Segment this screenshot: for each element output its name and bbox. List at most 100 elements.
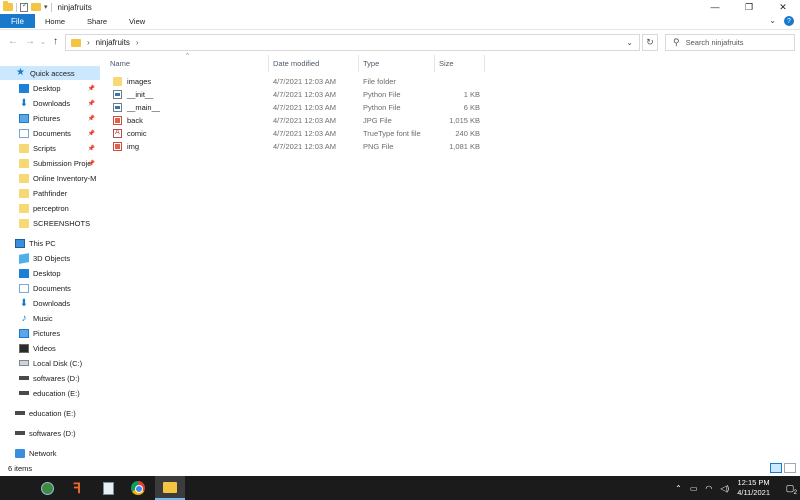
- pin-icon[interactable]: 📌: [88, 130, 95, 137]
- file-type: JPG File: [363, 116, 392, 125]
- chevron-down-icon[interactable]: ⌄: [769, 16, 776, 26]
- nav-label: Pathfinder: [33, 188, 68, 198]
- close-button[interactable]: ✕: [766, 0, 800, 14]
- column-divider[interactable]: [484, 55, 485, 72]
- drive-icon: [19, 376, 29, 380]
- column-divider[interactable]: [268, 55, 269, 72]
- nav-item-pictures-pc[interactable]: Pictures: [0, 326, 100, 340]
- details-view-icon[interactable]: [770, 463, 782, 473]
- column-divider[interactable]: [434, 55, 435, 72]
- help-icon[interactable]: ?: [784, 16, 794, 26]
- tab-home[interactable]: Home: [35, 14, 77, 28]
- pin-icon[interactable]: 📌: [88, 115, 95, 122]
- nav-item-local-disk-c[interactable]: Local Disk (C:): [0, 356, 100, 370]
- nav-item-documents[interactable]: Documents 📌: [0, 126, 100, 140]
- nav-item-screenshots[interactable]: SCREENSHOTS: [0, 216, 100, 230]
- pin-icon[interactable]: 📌: [88, 160, 95, 167]
- font-file-icon: [113, 129, 122, 138]
- pin-icon[interactable]: 📌: [88, 100, 95, 107]
- chevron-right-icon[interactable]: ›: [87, 38, 90, 47]
- nav-label: education (E:): [33, 388, 80, 398]
- nav-item-documents-pc[interactable]: Documents: [0, 281, 100, 295]
- column-header-name[interactable]: Name: [110, 55, 130, 72]
- search-input[interactable]: [685, 38, 786, 47]
- taskbar-app-browser[interactable]: [32, 476, 62, 500]
- nav-item-music[interactable]: ♪ Music: [0, 311, 100, 325]
- nav-item-pictures[interactable]: Pictures 📌: [0, 111, 100, 125]
- taskbar-app-document[interactable]: [93, 476, 123, 500]
- nav-drive-education-e[interactable]: education (E:): [0, 406, 100, 420]
- nav-item-scripts[interactable]: Scripts 📌: [0, 141, 100, 155]
- tab-share[interactable]: Share: [77, 14, 119, 28]
- file-row[interactable]: img 4/7/2021 12:03 AM PNG File 1,081 KB: [110, 140, 490, 153]
- document-icon: [102, 481, 114, 495]
- file-size: 1,015 KB: [449, 116, 480, 125]
- tab-file[interactable]: File: [0, 14, 35, 28]
- notification-center-button[interactable]: ▢ 2: [780, 476, 800, 500]
- properties-icon[interactable]: [20, 1, 28, 12]
- customize-toolbar-icon[interactable]: ▾: [44, 3, 48, 11]
- chevron-down-icon[interactable]: ⌄: [626, 38, 633, 47]
- new-folder-icon[interactable]: [31, 3, 41, 11]
- column-header-date[interactable]: Date modified: [273, 55, 319, 72]
- wifi-icon[interactable]: ◠: [705, 484, 712, 493]
- back-arrow-icon[interactable]: ←: [8, 36, 18, 47]
- taskbar-app-chrome[interactable]: [123, 476, 153, 500]
- nav-label: Pictures: [33, 328, 61, 338]
- nav-item-videos[interactable]: Videos: [0, 341, 100, 355]
- pin-icon[interactable]: 📌: [88, 145, 95, 152]
- address-bar[interactable]: › ninjafruits › ⌄: [65, 34, 640, 51]
- tab-view[interactable]: View: [119, 14, 157, 28]
- nav-item-perceptron[interactable]: perceptron: [0, 201, 100, 215]
- search-box[interactable]: ⚲: [665, 34, 795, 51]
- nav-item-softwares-d[interactable]: softwares (D:): [0, 371, 100, 385]
- column-divider[interactable]: [358, 55, 359, 72]
- volume-icon[interactable]: ◁): [720, 484, 729, 493]
- taskbar-app-file-explorer[interactable]: [155, 476, 185, 500]
- network-icon: [15, 448, 25, 458]
- nav-item-downloads-pc[interactable]: ⬇ Downloads: [0, 296, 100, 310]
- pin-icon[interactable]: 📌: [88, 85, 95, 92]
- nav-label: education (E:): [29, 408, 76, 418]
- file-row[interactable]: __main__ 4/7/2021 12:03 AM Python File 6…: [110, 101, 490, 114]
- navigation-pane: ★ Quick access Desktop 📌 ⬇ Downloads 📌 P…: [0, 63, 100, 463]
- clock[interactable]: 12:15 PM 4/11/2021: [737, 478, 770, 498]
- nav-this-pc[interactable]: This PC: [0, 236, 100, 250]
- chevron-right-icon[interactable]: ›: [136, 38, 139, 47]
- breadcrumb[interactable]: ninjafruits: [96, 38, 130, 47]
- large-icons-view-icon[interactable]: [784, 463, 796, 473]
- file-row[interactable]: comic 4/7/2021 12:03 AM TrueType font fi…: [110, 127, 490, 140]
- forward-arrow-icon[interactable]: →: [25, 36, 35, 47]
- nav-item-desktop-pc[interactable]: Desktop: [0, 266, 100, 280]
- nav-label: Desktop: [33, 268, 61, 278]
- nav-item-online-inventory[interactable]: Online Inventory-M: [0, 171, 100, 185]
- nav-item-education-e[interactable]: education (E:): [0, 386, 100, 400]
- file-date: 4/7/2021 12:03 AM: [273, 129, 336, 138]
- nav-quick-access[interactable]: ★ Quick access: [0, 66, 100, 80]
- file-row[interactable]: images 4/7/2021 12:03 AM File folder: [110, 75, 490, 88]
- recent-locations-icon[interactable]: ⌄: [40, 38, 46, 46]
- nav-label: SCREENSHOTS: [33, 218, 91, 228]
- file-row[interactable]: back 4/7/2021 12:03 AM JPG File 1,015 KB: [110, 114, 490, 127]
- maximize-button[interactable]: ❐: [732, 0, 766, 14]
- file-size: 1,081 KB: [449, 142, 480, 151]
- column-header-type[interactable]: Type: [363, 55, 379, 72]
- up-arrow-icon[interactable]: ↑: [53, 36, 58, 47]
- battery-icon[interactable]: ▭: [690, 484, 698, 493]
- column-header-size[interactable]: Size: [439, 55, 454, 72]
- minimize-button[interactable]: —: [698, 0, 732, 14]
- taskbar-app-editor[interactable]: ꟻ: [62, 476, 92, 500]
- nav-network[interactable]: Network: [0, 446, 100, 460]
- nav-item-downloads[interactable]: ⬇ Downloads 📌: [0, 96, 100, 110]
- file-date: 4/7/2021 12:03 AM: [273, 90, 336, 99]
- file-size: 240 KB: [455, 129, 480, 138]
- nav-item-pathfinder[interactable]: Pathfinder: [0, 186, 100, 200]
- refresh-button[interactable]: ↻: [642, 34, 658, 51]
- nav-item-desktop[interactable]: Desktop 📌: [0, 81, 100, 95]
- image-file-icon: [113, 142, 122, 151]
- nav-item-submission-project[interactable]: Submission Proje 📌: [0, 156, 100, 170]
- show-hidden-icons-icon[interactable]: ⌃: [675, 484, 682, 493]
- file-row[interactable]: __init__ 4/7/2021 12:03 AM Python File 1…: [110, 88, 490, 101]
- nav-item-3d-objects[interactable]: 3D Objects: [0, 251, 100, 265]
- nav-drive-softwares-d[interactable]: softwares (D:): [0, 426, 100, 440]
